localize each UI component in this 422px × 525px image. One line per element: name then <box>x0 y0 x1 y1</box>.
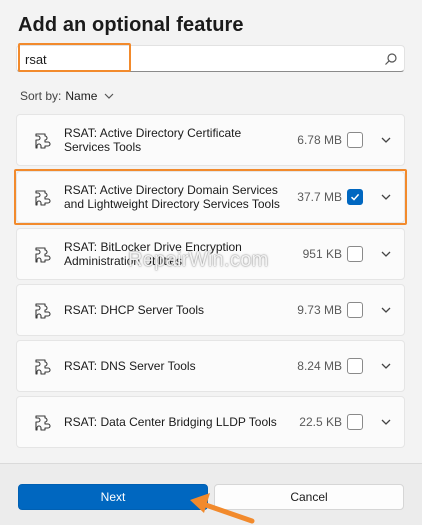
feature-name: RSAT: Active Directory Certificate Servi… <box>64 126 242 154</box>
feature-checkbox[interactable] <box>347 246 363 262</box>
search-input[interactable] <box>25 50 365 68</box>
feature-row[interactable]: RSAT: Data Center Bridging LLDP Tools 22… <box>16 396 405 448</box>
puzzle-gear-icon <box>35 247 51 263</box>
feature-name: RSAT: DHCP Server Tools <box>64 303 205 317</box>
puzzle-gear-icon <box>35 415 51 431</box>
feature-row[interactable]: RSAT: DNS Server Tools 8.24 MB <box>16 340 405 392</box>
dialog-title: Add an optional feature <box>18 14 244 36</box>
chevron-down-icon[interactable] <box>380 134 392 146</box>
chevron-down-icon <box>104 93 114 99</box>
chevron-down-icon[interactable] <box>380 191 392 203</box>
search-box[interactable] <box>16 45 405 72</box>
feature-checkbox[interactable] <box>347 132 363 148</box>
feature-name: RSAT: Active Directory Domain Services a… <box>64 183 280 211</box>
watermark: RepairWin.com <box>128 249 269 271</box>
feature-size: 9.73 MB <box>297 303 342 317</box>
sort-by-value: Name <box>65 89 98 103</box>
feature-row[interactable]: RSAT: DHCP Server Tools 9.73 MB <box>16 284 405 336</box>
puzzle-gear-icon <box>35 133 51 149</box>
checkmark-icon <box>350 193 360 201</box>
sort-by-control[interactable]: Sort by: Name <box>20 89 115 103</box>
chevron-down-icon[interactable] <box>380 304 392 316</box>
sort-by-label: Sort by: <box>20 89 62 103</box>
puzzle-gear-icon <box>35 359 51 375</box>
puzzle-gear-icon <box>35 190 51 206</box>
feature-size: 6.78 MB <box>297 133 342 147</box>
feature-size: 37.7 MB <box>297 190 342 204</box>
feature-row[interactable]: RSAT: Active Directory Certificate Servi… <box>16 114 405 166</box>
puzzle-gear-icon <box>35 303 51 319</box>
feature-checkbox[interactable] <box>347 358 363 374</box>
feature-list[interactable]: RSAT: Active Directory Certificate Servi… <box>14 114 407 454</box>
chevron-down-icon[interactable] <box>380 416 392 428</box>
feature-name: RSAT: DNS Server Tools <box>64 359 196 373</box>
feature-size: 8.24 MB <box>297 359 342 373</box>
feature-size: 22.5 KB <box>299 415 342 429</box>
chevron-down-icon[interactable] <box>380 360 392 372</box>
feature-checkbox[interactable] <box>347 189 363 205</box>
annotation-arrow-icon <box>190 493 255 524</box>
feature-name: RSAT: Data Center Bridging LLDP Tools <box>64 415 277 429</box>
feature-checkbox[interactable] <box>347 302 363 318</box>
search-icon[interactable] <box>384 52 398 66</box>
feature-row[interactable]: RSAT: Active Directory Domain Services a… <box>16 171 405 223</box>
feature-checkbox[interactable] <box>347 414 363 430</box>
feature-size: 951 KB <box>302 247 342 261</box>
chevron-down-icon[interactable] <box>380 248 392 260</box>
next-button[interactable]: Next <box>18 484 208 510</box>
